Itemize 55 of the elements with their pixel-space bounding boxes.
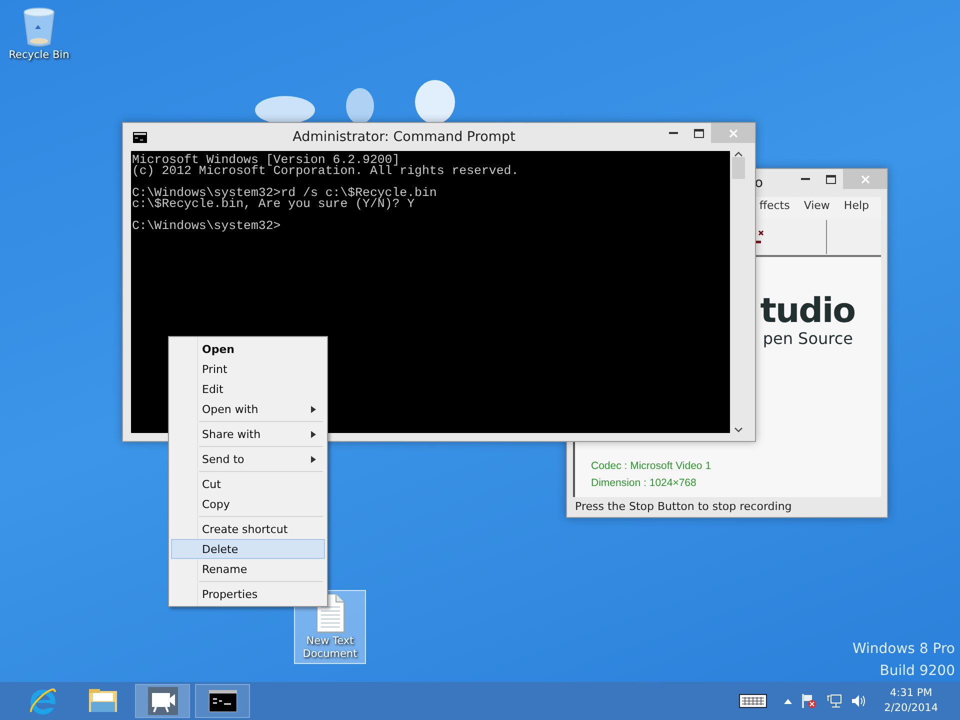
network-icon[interactable] [826, 693, 842, 709]
video-camera-icon [148, 687, 178, 715]
console-line: C:\Windows\system32> [132, 221, 282, 232]
edition-text: Build 9200 [880, 662, 955, 680]
menu-item[interactable]: Edit [171, 379, 325, 399]
edition-text: Windows 8 Pro [852, 640, 955, 658]
clock-date: 2/20/2014 [884, 701, 938, 716]
menu-item[interactable]: View [804, 199, 830, 218]
menu-item[interactable]: Cut [171, 474, 325, 494]
icon-label: Recycle Bin [8, 49, 70, 62]
scroll-up-icon[interactable] [734, 151, 743, 157]
status-text: Press the Stop Button to stop recording [574, 499, 793, 515]
desktop-icon[interactable]: Recycle Bin [2, 4, 76, 65]
expand-tray-icon[interactable] [784, 698, 792, 704]
menu-item[interactable]: ffects [759, 199, 790, 218]
keyboard-icon[interactable] [739, 694, 768, 708]
menu-item[interactable]: Send to [171, 449, 325, 469]
console-icon [133, 132, 147, 142]
taskbar-button[interactable] [135, 684, 190, 718]
menu-item[interactable]: Help [844, 199, 869, 218]
flag-icon[interactable] [801, 693, 818, 709]
minimize-icon [669, 132, 678, 134]
logo-subtitle: pen Source [762, 329, 853, 349]
taskbar-button[interactable] [195, 684, 250, 718]
menu-item[interactable]: Delete [171, 539, 325, 559]
icon-label: New Text Document [302, 635, 358, 661]
trash-bin-icon [22, 7, 56, 47]
menu-item[interactable]: Open [171, 339, 325, 359]
menu-item[interactable]: Share with [171, 424, 325, 444]
menu-item[interactable]: Create shortcut [171, 519, 325, 539]
maximize-icon [694, 128, 704, 138]
window-title: Administrator: Command Prompt [292, 129, 516, 145]
browser-e-icon [28, 686, 58, 716]
console-icon [208, 690, 236, 712]
recording-info: Codec : Microsoft Video 1 [591, 459, 712, 474]
console-line: C:\Windows\system32>rd /s c:\$Recycle.bin [132, 188, 438, 199]
speaker-icon[interactable] [851, 694, 868, 708]
close-icon [728, 128, 738, 138]
console-line: Microsoft Windows [Version 6.2.9200] [132, 155, 401, 166]
clock[interactable]: 4:31 PM 2/20/2014 [884, 686, 938, 716]
minimize-icon [801, 178, 810, 180]
maximize-icon [826, 174, 836, 184]
folder-icon [88, 688, 118, 714]
menu-item[interactable]: Print [171, 359, 325, 379]
logo-text: tudio [760, 293, 855, 329]
menu-item[interactable]: Rename [171, 559, 325, 579]
console-line: c:\$Recycle.bin, Are you sure (Y/N)? Y [132, 199, 415, 210]
menu-item[interactable]: Copy [171, 494, 325, 514]
scroll-thumb[interactable] [732, 157, 745, 179]
recording-info: Dimension : 1024×768 [591, 476, 698, 491]
clock-time: 4:31 PM [890, 686, 932, 701]
menu-item[interactable]: Open with [171, 399, 325, 419]
close-icon [860, 174, 870, 184]
scroll-down-icon[interactable] [734, 427, 743, 433]
console-line: (c) 2012 Microsoft Corporation. All rights reserved. [132, 166, 520, 177]
